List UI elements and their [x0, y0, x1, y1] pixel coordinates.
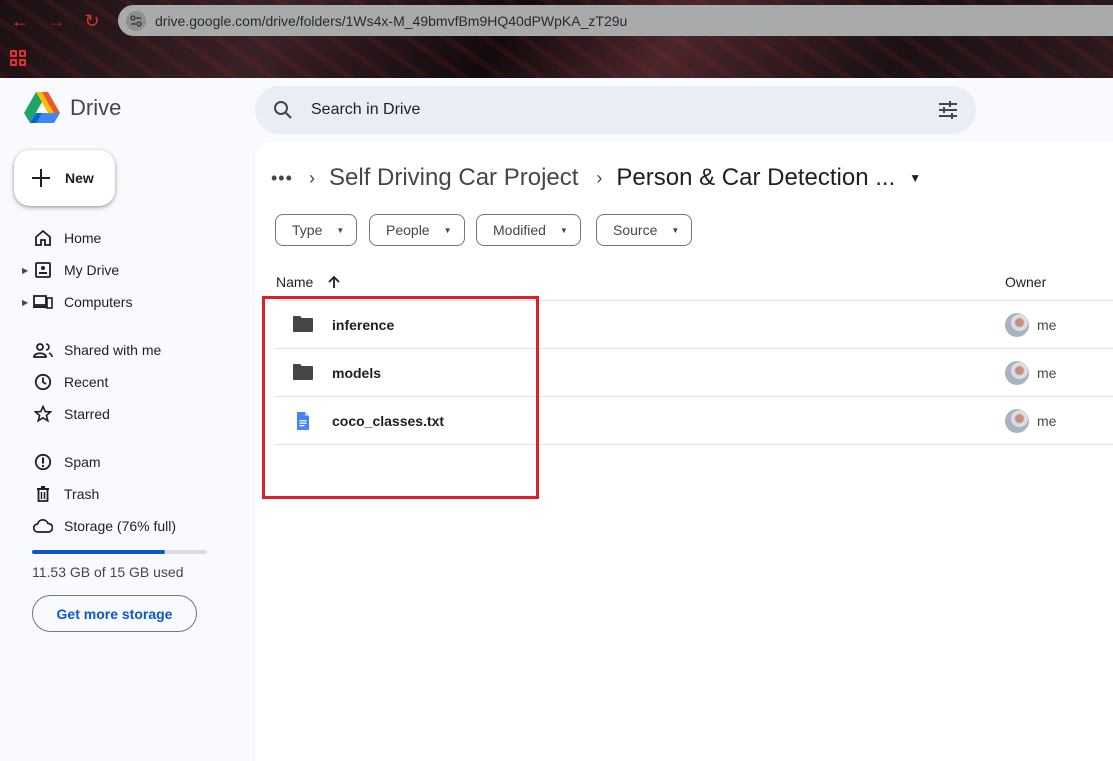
browser-toolbar: ← → ↻ drive.google.com/drive/folders/1Ws…	[0, 0, 1113, 78]
sidebar-item-trash[interactable]: Trash	[22, 481, 99, 507]
search-options-icon[interactable]	[938, 100, 958, 120]
breadcrumb-current[interactable]: Person & Car Detection ...	[616, 164, 895, 192]
computers-icon	[32, 291, 54, 313]
document-icon	[297, 412, 309, 430]
sidebar-item-recent[interactable]: Recent	[22, 369, 108, 395]
app-name: Drive	[70, 95, 122, 120]
dropdown-arrow-icon: ▼	[336, 225, 345, 235]
filter-label: People	[386, 222, 430, 238]
chevron-right-icon: ›	[309, 167, 315, 188]
clock-icon	[32, 371, 54, 393]
main-content: ••• › Self Driving Car Project › Person …	[255, 142, 1113, 761]
table-row[interactable]: coco_classes.txt me	[276, 396, 1113, 444]
more-horiz-icon[interactable]: •••	[271, 168, 292, 189]
sidebar-item-label: Storage (76% full)	[64, 518, 177, 534]
get-more-storage-button[interactable]: Get more storage	[32, 595, 197, 632]
cloud-icon	[32, 515, 54, 537]
sidebar-item-storage[interactable]: Storage (76% full)	[22, 513, 176, 539]
spam-icon	[32, 451, 54, 473]
home-icon	[32, 227, 54, 249]
sidebar-item-label: Starred	[64, 406, 110, 422]
owner-name: me	[1037, 413, 1057, 429]
column-name-label: Name	[276, 274, 314, 290]
search-input[interactable]: Search in Drive	[311, 101, 420, 119]
owner-name: me	[1037, 365, 1057, 381]
dropdown-arrow-icon: ▼	[671, 225, 680, 235]
avatar	[1005, 409, 1029, 433]
plus-icon	[31, 168, 51, 188]
new-button[interactable]: New	[14, 150, 115, 206]
new-button-label: New	[65, 170, 94, 186]
column-header-name[interactable]: Name	[276, 274, 341, 290]
avatar	[1005, 361, 1029, 385]
trash-icon	[32, 483, 54, 505]
filter-type[interactable]: Type ▼	[275, 214, 358, 246]
sidebar-item-label: Trash	[64, 486, 100, 502]
file-name: models	[332, 365, 382, 381]
folder-icon	[293, 316, 313, 332]
drive-logo-icon	[24, 92, 60, 123]
filter-label: Source	[613, 222, 658, 238]
sidebar-item-label: Spam	[64, 454, 101, 470]
filter-label: Type	[292, 222, 323, 238]
storage-usage-text: 11.53 GB of 15 GB used	[32, 564, 184, 580]
filter-people[interactable]: People ▼	[369, 214, 465, 246]
sidebar-item-label: Shared with me	[64, 342, 162, 358]
filter-label: Modified	[493, 222, 546, 238]
table-divider	[276, 444, 1113, 445]
dropdown-arrow-icon: ▼	[559, 225, 568, 235]
storage-progress-bar	[32, 550, 207, 554]
sidebar-item-my-drive[interactable]: ▶ My Drive	[22, 257, 119, 283]
table-row[interactable]: inference me	[276, 300, 1113, 348]
dropdown-arrow-icon[interactable]: ▼	[909, 171, 921, 185]
table-row[interactable]: models me	[276, 348, 1113, 396]
expand-caret-icon[interactable]: ▶	[22, 266, 30, 275]
reload-icon[interactable]: ↻	[80, 10, 104, 32]
search-bar[interactable]: Search in Drive	[255, 86, 976, 134]
search-icon[interactable]	[273, 100, 293, 120]
sidebar-item-home[interactable]: Home	[22, 225, 101, 251]
chevron-right-icon: ›	[596, 167, 603, 188]
dropdown-arrow-icon: ▼	[443, 225, 452, 235]
star-icon	[32, 403, 54, 425]
sidebar-item-label: My Drive	[64, 262, 120, 278]
my-drive-icon	[32, 259, 54, 281]
file-name: coco_classes.txt	[332, 413, 445, 429]
breadcrumb: ••• › Self Driving Car Project › Person …	[271, 162, 921, 194]
storage-progress-fill	[32, 550, 165, 554]
apps-grid-icon[interactable]	[10, 50, 26, 66]
forward-arrow-icon[interactable]: →	[44, 10, 68, 32]
sidebar-item-spam[interactable]: Spam	[22, 449, 101, 475]
sidebar-item-starred[interactable]: Starred	[22, 401, 110, 427]
filter-source[interactable]: Source ▼	[596, 214, 693, 246]
drive-app: Drive Search in Drive New Home ▶ My Driv…	[0, 78, 1113, 761]
back-arrow-icon[interactable]: ←	[8, 10, 32, 32]
expand-caret-icon[interactable]: ▶	[22, 298, 30, 307]
sidebar-item-shared-with-me[interactable]: Shared with me	[22, 337, 161, 363]
url-text: drive.google.com/drive/folders/1Ws4x-M_4…	[155, 12, 628, 29]
filter-modified[interactable]: Modified ▼	[476, 214, 581, 246]
site-settings-icon[interactable]	[126, 10, 146, 31]
drive-logo[interactable]: Drive	[24, 92, 121, 124]
sidebar-item-label: Computers	[64, 294, 133, 310]
avatar	[1005, 313, 1029, 337]
file-name: inference	[332, 317, 395, 333]
sidebar-item-computers[interactable]: ▶ Computers	[22, 289, 132, 315]
column-header-owner[interactable]: Owner	[1005, 274, 1046, 290]
folder-icon	[293, 364, 313, 380]
address-bar[interactable]: drive.google.com/drive/folders/1Ws4x-M_4…	[118, 5, 1113, 36]
sort-ascending-icon[interactable]	[327, 275, 341, 289]
breadcrumb-parent[interactable]: Self Driving Car Project	[329, 164, 578, 192]
shared-icon	[32, 339, 54, 361]
sidebar-item-label: Recent	[64, 374, 109, 390]
sidebar-item-label: Home	[64, 230, 102, 246]
owner-name: me	[1037, 317, 1057, 333]
